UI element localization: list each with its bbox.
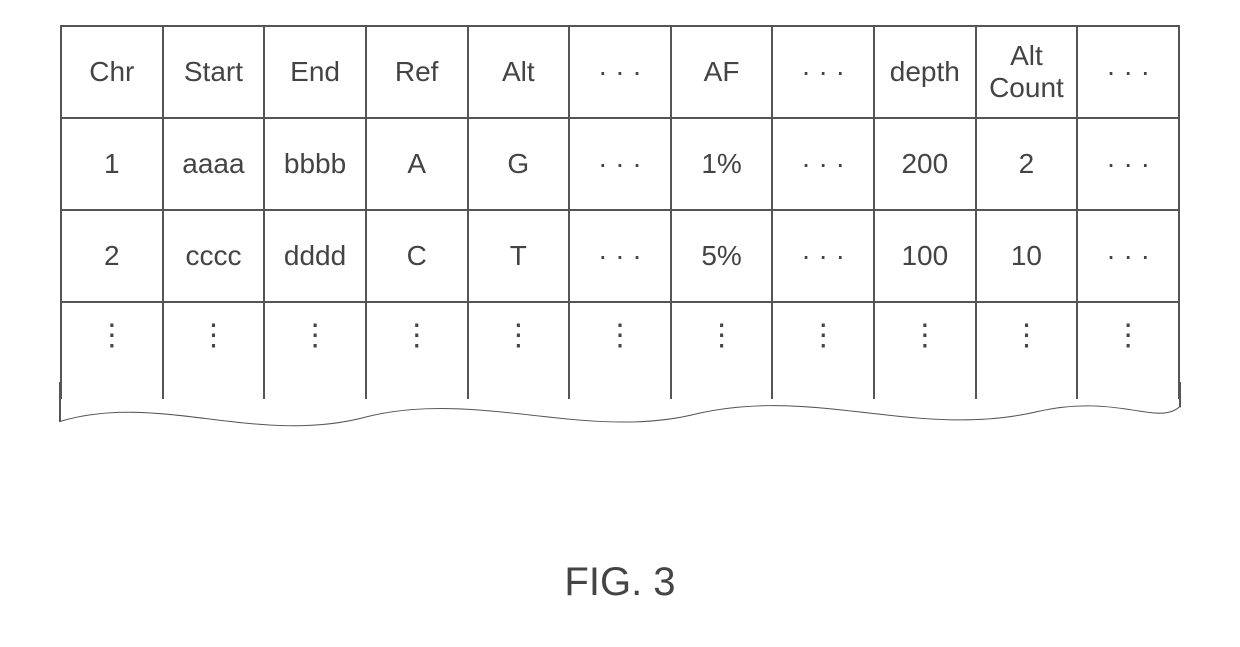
cell-ref: A: [366, 118, 468, 210]
vdots-icon: ⋮: [874, 302, 976, 399]
col-depth: depth: [874, 26, 976, 118]
cell-start: cccc: [163, 210, 265, 302]
col-alt-count: Alt Count: [976, 26, 1078, 118]
vdots-icon: ⋮: [671, 302, 773, 399]
cell-ellipsis: · · ·: [772, 118, 874, 210]
vdots-icon: ⋮: [1077, 302, 1179, 399]
cell-ellipsis: · · ·: [1077, 210, 1179, 302]
cell-alt: T: [468, 210, 570, 302]
cell-ellipsis: · · ·: [569, 118, 671, 210]
vdots-icon: ⋮: [61, 302, 163, 399]
vdots-icon: ⋮: [366, 302, 468, 399]
variant-table-container: Chr Start End Ref Alt · · · AF · · · dep…: [60, 25, 1180, 399]
vdots-icon: ⋮: [264, 302, 366, 399]
cell-alt-count: 10: [976, 210, 1078, 302]
table-row: 2 cccc dddd C T · · · 5% · · · 100 10 · …: [61, 210, 1179, 302]
cell-depth: 100: [874, 210, 976, 302]
col-alt: Alt: [468, 26, 570, 118]
cell-start: aaaa: [163, 118, 265, 210]
vdots-icon: ⋮: [569, 302, 671, 399]
cell-depth: 200: [874, 118, 976, 210]
cell-ellipsis: · · ·: [569, 210, 671, 302]
figure-caption: FIG. 3: [0, 560, 1240, 605]
cell-ref: C: [366, 210, 468, 302]
cell-ellipsis: · · ·: [1077, 118, 1179, 210]
col-chr: Chr: [61, 26, 163, 118]
cell-alt-count: 2: [976, 118, 1078, 210]
table-row: 1 aaaa bbbb A G · · · 1% · · · 200 2 · ·…: [61, 118, 1179, 210]
cell-end: dddd: [264, 210, 366, 302]
table-header-row: Chr Start End Ref Alt · · · AF · · · dep…: [61, 26, 1179, 118]
cell-end: bbbb: [264, 118, 366, 210]
vdots-icon: ⋮: [468, 302, 570, 399]
cell-chr: 2: [61, 210, 163, 302]
vdots-icon: ⋮: [976, 302, 1078, 399]
col-end: End: [264, 26, 366, 118]
variant-table: Chr Start End Ref Alt · · · AF · · · dep…: [60, 25, 1180, 399]
table-continuation-row: ⋮ ⋮ ⋮ ⋮ ⋮ ⋮ ⋮ ⋮ ⋮ ⋮ ⋮: [61, 302, 1179, 399]
col-af: AF: [671, 26, 773, 118]
cell-alt: G: [468, 118, 570, 210]
cell-af: 5%: [671, 210, 773, 302]
cell-af: 1%: [671, 118, 773, 210]
cell-chr: 1: [61, 118, 163, 210]
cell-ellipsis: · · ·: [772, 210, 874, 302]
col-ellipsis-2: · · ·: [772, 26, 874, 118]
col-ellipsis-3: · · ·: [1077, 26, 1179, 118]
col-start: Start: [163, 26, 265, 118]
figure-page: Chr Start End Ref Alt · · · AF · · · dep…: [0, 0, 1240, 647]
col-ellipsis-1: · · ·: [569, 26, 671, 118]
col-ref: Ref: [366, 26, 468, 118]
vdots-icon: ⋮: [772, 302, 874, 399]
vdots-icon: ⋮: [163, 302, 265, 399]
